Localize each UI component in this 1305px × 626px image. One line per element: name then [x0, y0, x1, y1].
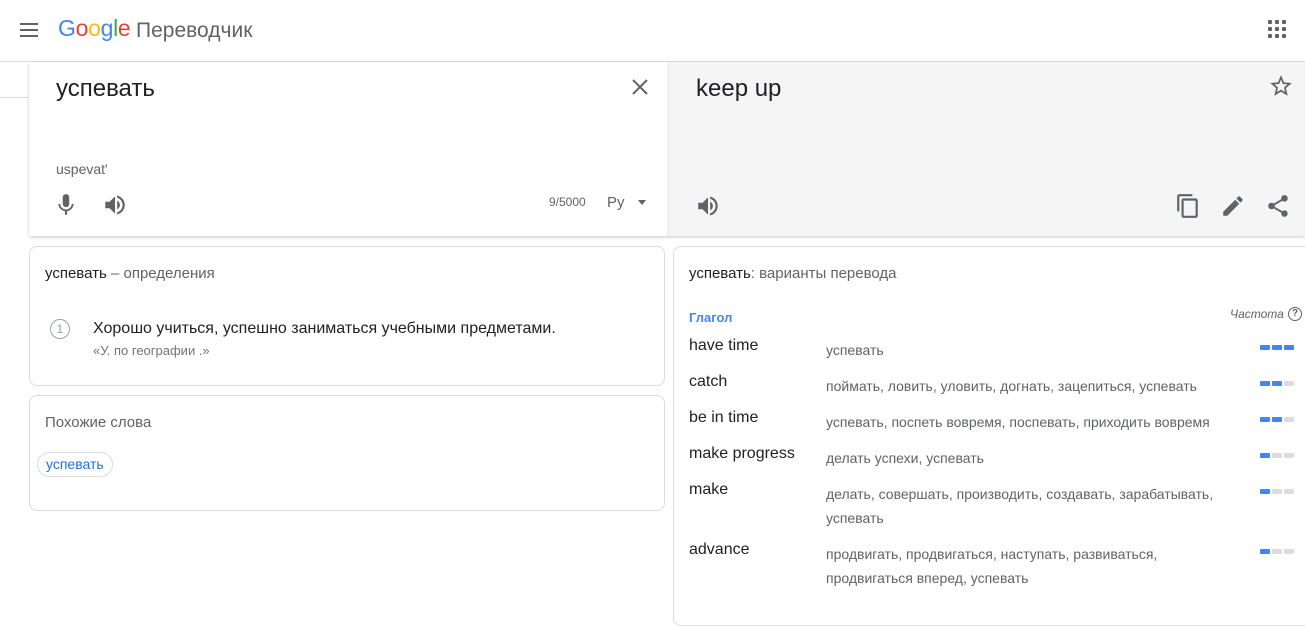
google-logo[interactable]: Google	[58, 15, 131, 42]
definition-text: Хорошо учиться, успешно заниматься учебн…	[93, 320, 556, 337]
frequency-segment	[1284, 417, 1294, 422]
input-tools-label: Ру	[607, 194, 625, 211]
frequency-bar	[1260, 489, 1296, 494]
speaker-icon[interactable]	[695, 193, 721, 219]
frequency-segment	[1272, 549, 1282, 554]
help-icon[interactable]: ?	[1288, 307, 1302, 321]
logo-letter: o	[75, 15, 89, 41]
chevron-down-icon	[638, 200, 646, 205]
top-bar: Google Переводчик	[0, 0, 1305, 62]
apps-icon[interactable]	[1268, 20, 1288, 40]
frequency-segment	[1284, 549, 1294, 554]
frequency-bar	[1260, 345, 1296, 350]
language-bar-edge	[0, 62, 30, 98]
source-panel: успевать uspevat' 9/5000 Ру	[29, 62, 669, 236]
translation-text[interactable]: keep up	[696, 75, 781, 103]
definitions-title: успевать – определения	[45, 265, 215, 282]
target-panel: keep up	[669, 62, 1305, 236]
character-count: 9/5000	[549, 195, 586, 209]
frequency-segment	[1260, 489, 1270, 494]
variant-word[interactable]: advance	[689, 541, 750, 559]
variant-synonyms[interactable]: успевать	[826, 338, 1246, 362]
variants-word: успевать	[689, 265, 751, 282]
definition-number: 1	[50, 319, 70, 339]
logo-letter: G	[58, 15, 76, 41]
related-words-card: Похожие слова успевать	[29, 395, 665, 511]
variant-synonyms[interactable]: делать, совершать, производить, создават…	[826, 482, 1246, 530]
variant-word[interactable]: make progress	[689, 445, 795, 463]
frequency-label: Частота	[1230, 307, 1284, 321]
variant-synonyms[interactable]: продвигать, продвигаться, наступать, раз…	[826, 542, 1246, 590]
variants-suffix: : варианты перевода	[750, 265, 897, 282]
star-icon[interactable]	[1268, 73, 1294, 99]
menu-icon[interactable]	[18, 18, 42, 42]
variant-word[interactable]: have time	[689, 337, 758, 355]
variant-word[interactable]: be in time	[689, 409, 758, 427]
frequency-segment	[1284, 489, 1294, 494]
frequency-bar	[1260, 417, 1296, 422]
logo-letter: o	[88, 15, 101, 41]
copy-icon[interactable]	[1175, 193, 1201, 219]
logo-letter: g	[100, 15, 114, 41]
frequency-segment	[1260, 453, 1270, 458]
variants-title: успевать: варианты перевода	[689, 265, 897, 282]
pencil-icon[interactable]	[1220, 193, 1246, 219]
related-words-title: Похожие слова	[45, 414, 152, 431]
product-name[interactable]: Переводчик	[136, 19, 252, 43]
frequency-bar	[1260, 453, 1296, 458]
close-icon[interactable]	[629, 76, 651, 98]
microphone-icon[interactable]	[53, 192, 79, 218]
frequency-bar	[1260, 549, 1296, 554]
source-text-input[interactable]: успевать	[56, 75, 155, 103]
frequency-segment	[1260, 381, 1270, 386]
frequency-segment	[1272, 381, 1282, 386]
frequency-segment	[1284, 345, 1294, 350]
related-word-chip[interactable]: успевать	[37, 452, 113, 477]
definitions-suffix: – определения	[106, 265, 215, 282]
definitions-word: успевать	[45, 265, 107, 282]
frequency-segment	[1272, 345, 1282, 350]
variant-word[interactable]: catch	[689, 373, 727, 391]
frequency-segment	[1284, 453, 1294, 458]
definition-example: «У. по географии .»	[93, 343, 210, 358]
share-icon[interactable]	[1265, 193, 1291, 219]
definitions-card: успевать – определения 1 Хорошо учиться,…	[29, 246, 665, 386]
part-of-speech-label: Глагол	[689, 310, 733, 325]
variant-word[interactable]: make	[689, 481, 728, 499]
frequency-segment	[1260, 345, 1270, 350]
input-tools-button[interactable]: Ру	[607, 192, 651, 214]
frequency-segment	[1272, 453, 1282, 458]
frequency-segment	[1284, 381, 1294, 386]
variant-synonyms[interactable]: делать успехи, успевать	[826, 446, 1246, 470]
speaker-icon[interactable]	[102, 192, 128, 218]
logo-letter: e	[117, 15, 131, 41]
variant-synonyms[interactable]: поймать, ловить, уловить, догнать, зацеп…	[826, 374, 1246, 398]
frequency-segment	[1272, 489, 1282, 494]
variant-synonyms[interactable]: успевать, поспеть вовремя, поспевать, пр…	[826, 410, 1246, 434]
frequency-segment	[1260, 417, 1270, 422]
translation-variants-card: успевать: варианты перевода Глагол Часто…	[673, 246, 1305, 626]
frequency-segment	[1260, 549, 1270, 554]
frequency-segment	[1272, 417, 1282, 422]
frequency-bar	[1260, 381, 1296, 386]
transliteration: uspevat'	[56, 161, 108, 177]
